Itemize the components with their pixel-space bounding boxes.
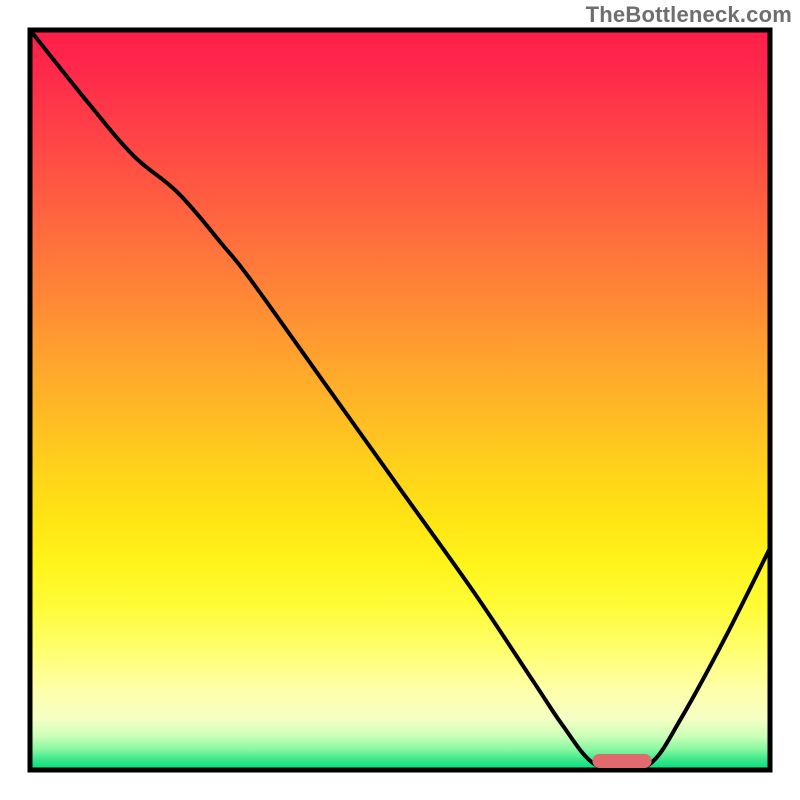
optimal-marker (592, 754, 651, 768)
plot-background (30, 30, 770, 770)
chart-canvas: TheBottleneck.com (0, 0, 800, 800)
chart-svg (0, 0, 800, 800)
watermark-text: TheBottleneck.com (586, 2, 792, 28)
